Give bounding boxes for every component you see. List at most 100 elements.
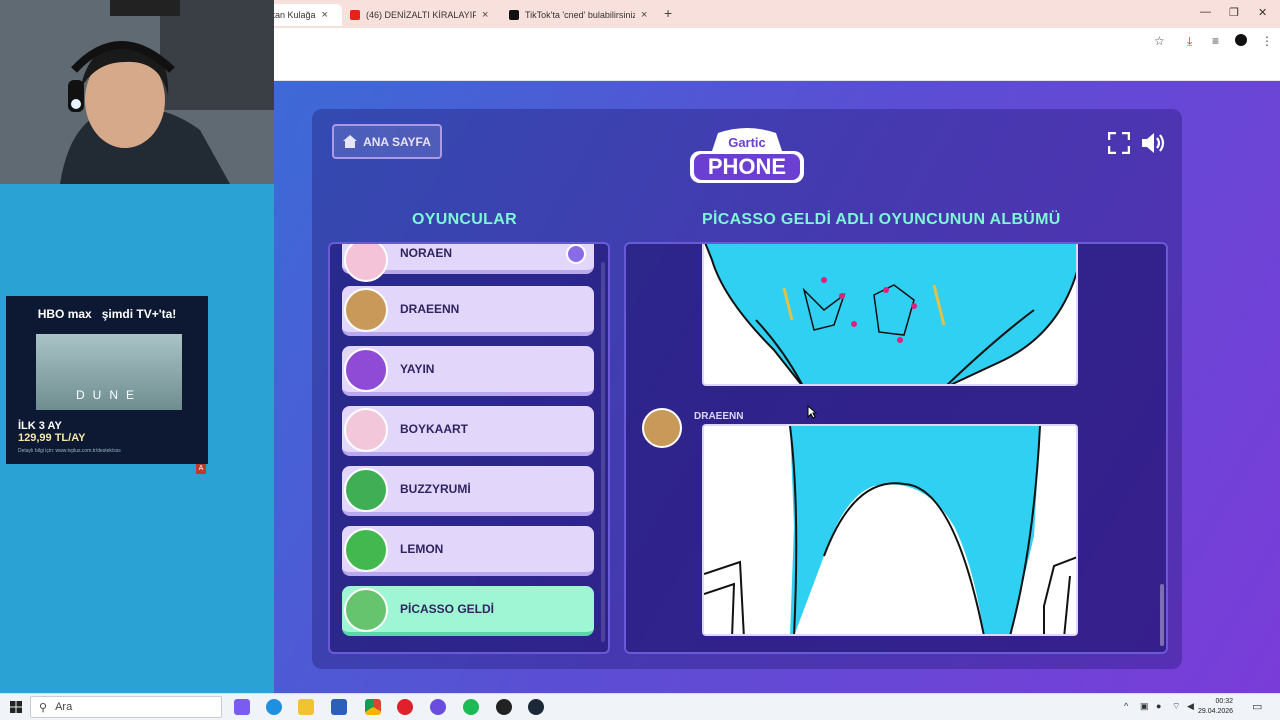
spotify-icon[interactable] — [463, 699, 479, 715]
players-title: OYUNCULAR — [412, 211, 517, 228]
movie-title: DUNE — [75, 388, 142, 402]
ad-badge: A — [196, 464, 206, 474]
svg-text:PHONE: PHONE — [708, 154, 786, 179]
avatar — [344, 408, 388, 452]
svg-text:Gartic: Gartic — [728, 135, 766, 150]
ad-tagline: şimdi TV+'ta! — [101, 307, 177, 321]
wifi-icon[interactable]: ⌔ — [1172, 701, 1180, 712]
system-clock[interactable]: 00:32 29.04.2026 — [1198, 697, 1233, 717]
sound-icon[interactable] — [1140, 131, 1166, 155]
minimize-icon[interactable]: — — [1200, 6, 1211, 18]
tab-label: TikTok'ta 'cned' bulabilirsiniz | T — [525, 10, 635, 20]
media-icon[interactable]: ≡ — [1212, 34, 1219, 48]
obs-icon[interactable] — [496, 699, 512, 715]
chevron-up-icon[interactable]: ^ — [1124, 701, 1128, 711]
ad-header: HBO max şimdi TV+'ta! — [6, 296, 208, 332]
close-window-icon[interactable]: ✕ — [1258, 6, 1267, 19]
windows-start-icon[interactable] — [10, 701, 22, 713]
opera-icon[interactable] — [397, 699, 413, 715]
player-noraen[interactable]: NORAEN — [342, 244, 594, 282]
player-name: PİCASSO GELDİ — [400, 602, 495, 616]
tab-tiktok[interactable]: TikTok'ta 'cned' bulabilirsiniz | T × — [503, 4, 655, 26]
avatar — [344, 468, 388, 512]
hbo-max-logo: HBO max — [37, 307, 92, 321]
ad-price: 129,99 TL/AY — [18, 432, 86, 444]
drawing-canvas — [704, 244, 1076, 384]
microphone-icon[interactable]: ● — [1156, 701, 1161, 711]
avatar — [344, 588, 388, 632]
webcam-feed — [0, 0, 274, 184]
cursor-icon — [807, 405, 817, 419]
search-placeholder: Ara — [55, 701, 73, 713]
folder-icon[interactable] — [298, 699, 314, 715]
home-button-label: ANA SAYFA — [363, 134, 431, 149]
player-name: YAYIN — [400, 362, 435, 376]
drawing-1 — [702, 244, 1078, 386]
avatar — [344, 288, 388, 332]
tab-youtube[interactable]: (46) DENİZALTI KİRALAYIP BUZ × — [344, 4, 496, 26]
advertisement[interactable]: HBO max şimdi TV+'ta! DUNE İLK 3 AY 129,… — [6, 296, 208, 464]
tab-label: (46) DENİZALTI KİRALAYIP BUZ — [366, 10, 476, 20]
players-list: NORAEN DRAEENN YAYIN BOYKAART BUZZYRUMİ … — [328, 242, 610, 654]
ad-footer: Detaylı bilgi için: www.tvplus.com.tr/de… — [18, 448, 121, 454]
chrome-icon[interactable] — [365, 699, 381, 715]
player-name: DRAEENN — [400, 302, 460, 316]
drawing-2 — [702, 424, 1078, 636]
avatar — [344, 348, 388, 392]
youtube-icon — [350, 10, 360, 20]
player-buzzyrumi[interactable]: BUZZYRUMİ — [342, 466, 594, 516]
player-draeenn[interactable]: DRAEENN — [342, 286, 594, 336]
tiktok-icon — [509, 10, 519, 20]
network-icon[interactable]: ▣ — [1140, 701, 1149, 712]
ad-headline: İLK 3 AY — [18, 420, 62, 432]
new-tab-button[interactable]: + — [664, 5, 672, 21]
discord-icon[interactable] — [430, 699, 446, 715]
avatar — [344, 528, 388, 572]
taskbar: ⚲ Ara ^ ▣ ● ⌔ ◀ 00:32 29.04.2026 ▭ — [0, 693, 1280, 720]
home-icon — [343, 135, 358, 148]
clock-date: 29.04.2026 — [1198, 708, 1234, 715]
player-yayin[interactable]: YAYIN — [342, 346, 594, 396]
tab-kulaga[interactable]: ktan Kulağa × — [262, 4, 342, 26]
search-icon: ⚲ — [39, 701, 48, 714]
crown-icon — [566, 244, 586, 264]
player-picasso-geldi[interactable]: PİCASSO GELDİ — [342, 586, 594, 636]
drawing-canvas — [704, 426, 1076, 634]
clock-time: 00:32 — [1215, 698, 1234, 705]
home-button[interactable]: ANA SAYFA — [332, 124, 442, 159]
copilot-icon[interactable] — [234, 699, 250, 715]
fullscreen-icon[interactable] — [1108, 132, 1130, 154]
player-boykaart[interactable]: BOYKAART — [342, 406, 594, 456]
gartic-phone-game: ANA SAYFA Gartic PHONE OYUNCULAR PİCASSO… — [274, 81, 1280, 693]
player-lemon[interactable]: LEMON — [342, 526, 594, 576]
edge-icon[interactable] — [266, 699, 282, 715]
restore-icon[interactable]: ❐ — [1229, 6, 1239, 19]
ad-movie-poster: DUNE — [36, 334, 182, 410]
player-name: LEMON — [400, 542, 444, 556]
steam-icon[interactable] — [528, 699, 544, 715]
download-icon[interactable]: ⤓ — [1187, 34, 1192, 49]
close-icon[interactable]: × — [482, 9, 488, 21]
album-panel: DRAEENN — [624, 242, 1168, 654]
webcam-overlay — [0, 0, 274, 184]
author-avatar — [642, 408, 682, 448]
player-name: BOYKAART — [400, 422, 468, 436]
player-name: NORAEN — [400, 246, 453, 260]
tab-label: ktan Kulağa — [268, 10, 316, 20]
store-icon[interactable] — [331, 699, 347, 715]
avatar — [344, 244, 388, 282]
taskbar-search[interactable]: ⚲ Ara — [30, 696, 222, 718]
album-title: PİCASSO GELDİ ADLI OYUNCUNUN ALBÜMÜ — [702, 211, 1061, 228]
album-scrollbar[interactable] — [1160, 584, 1164, 646]
volume-icon[interactable]: ◀ — [1187, 701, 1194, 712]
close-icon[interactable]: × — [641, 9, 647, 21]
notification-icon[interactable]: ▭ — [1252, 700, 1262, 713]
star-icon[interactable]: ☆ — [1154, 34, 1165, 48]
gartic-phone-logo: Gartic PHONE — [690, 128, 804, 183]
close-icon[interactable]: × — [322, 9, 328, 21]
profile-icon[interactable] — [1235, 34, 1247, 46]
menu-icon[interactable]: ⋮ — [1261, 34, 1273, 48]
player-name: BUZZYRUMİ — [400, 482, 471, 496]
scrollbar[interactable] — [601, 262, 605, 642]
album-author-name: DRAEENN — [694, 411, 744, 422]
